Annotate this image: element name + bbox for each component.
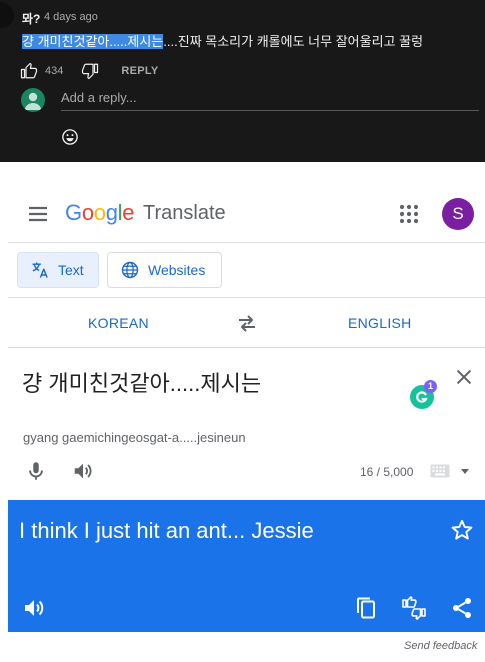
language-bar: KOREAN ENGLISH (8, 298, 485, 348)
comment-text-selection: 걍 개미친것같아.....제시는 (22, 34, 164, 49)
rate-translation-icon[interactable] (401, 596, 427, 620)
logo-letter: o (81, 200, 94, 225)
websites-mode-label: Websites (148, 262, 206, 278)
mode-bar: Text Websites (8, 243, 485, 298)
translate-header: Google Translate S (8, 186, 485, 243)
grammarly-badge: 1 (424, 380, 437, 393)
logo-letter: e (122, 200, 135, 225)
star-icon[interactable] (450, 518, 474, 542)
source-text-input[interactable]: 걍 개미친것같아.....제시는 (22, 366, 261, 398)
source-language-button[interactable]: KOREAN (88, 315, 149, 331)
chevron-down-icon[interactable] (460, 466, 470, 476)
thumb-down-icon[interactable] (81, 62, 99, 80)
share-icon[interactable] (450, 596, 474, 620)
send-feedback-link[interactable]: Send feedback (404, 640, 477, 652)
source-panel: 걍 개미친것같아.....제시는 1 gyang gaemichingeosga… (8, 348, 485, 500)
romanization-text: gyang gaemichingeosgat-a.....jesineun (23, 430, 246, 445)
emoji-icon[interactable] (61, 128, 79, 146)
product-name: Translate (143, 202, 226, 224)
commenter-avatar[interactable] (0, 2, 14, 28)
text-mode-label: Text (58, 262, 84, 278)
logo-letter: o (93, 200, 106, 225)
google-logo[interactable]: Google (65, 200, 134, 226)
speaker-icon[interactable] (22, 596, 46, 620)
logo-letter: G (65, 200, 82, 225)
comment-author[interactable]: 뫄? (22, 10, 40, 27)
apps-grid-icon[interactable] (397, 202, 421, 226)
youtube-comment: 뫄? 4 days ago 걍 개미친것같아.....제시는....진짜 목소리… (0, 0, 485, 162)
translate-icon (32, 262, 48, 278)
keyboard-icon[interactable] (430, 464, 450, 478)
swap-languages-icon[interactable] (235, 311, 259, 335)
globe-icon (121, 261, 139, 279)
logo-letter: g (105, 200, 118, 225)
menu-icon[interactable] (26, 202, 50, 226)
like-count: 434 (45, 65, 64, 77)
target-language-button[interactable]: ENGLISH (348, 315, 412, 331)
speaker-icon[interactable] (72, 460, 94, 482)
close-icon[interactable] (453, 366, 475, 388)
reply-button[interactable]: REPLY (121, 65, 158, 77)
microphone-icon[interactable] (25, 460, 47, 482)
avatar-icon (21, 88, 45, 112)
thumb-up-icon[interactable] (20, 62, 38, 80)
translation-text: I think I just hit an ant... Jessie (19, 518, 314, 543)
websites-mode-button[interactable]: Websites (107, 252, 222, 288)
character-count: 16 / 5,000 (360, 465, 414, 479)
copy-icon[interactable] (354, 596, 378, 620)
account-avatar[interactable]: S (442, 198, 474, 230)
text-mode-button[interactable]: Text (17, 252, 99, 288)
reply-input[interactable]: Add a reply... (61, 89, 479, 111)
translation-panel: I think I just hit an ant... Jessie (8, 500, 485, 632)
comment-text-rest: ....진짜 목소리가 캐롤에도 너무 잘어울리고 꿀렁 (163, 34, 424, 49)
comment-actions: 434 REPLY (20, 62, 159, 80)
comment-text: 걍 개미친것같아.....제시는....진짜 목소리가 캐롤에도 너무 잘어울리… (22, 31, 423, 50)
comment-timestamp[interactable]: 4 days ago (44, 11, 98, 23)
